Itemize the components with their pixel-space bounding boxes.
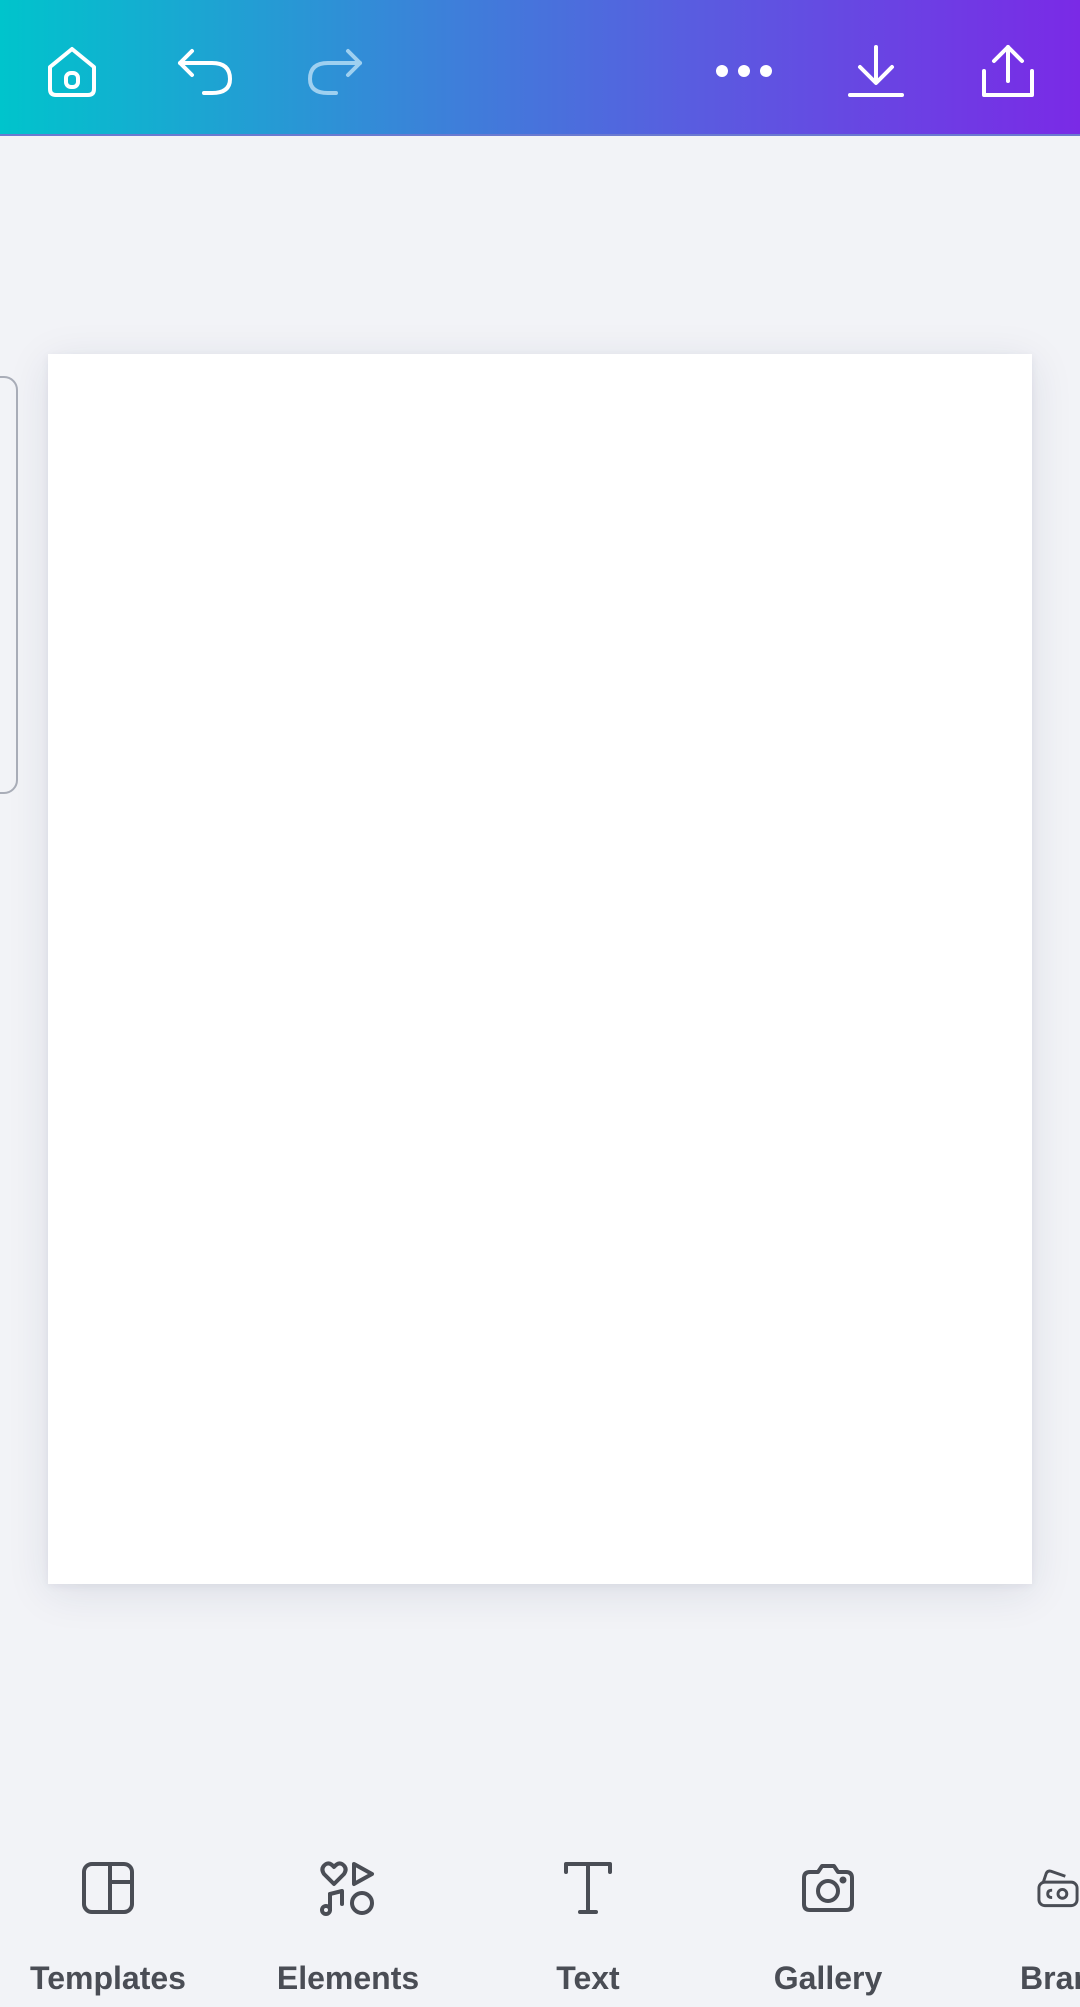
design-canvas-area xyxy=(0,136,1080,1832)
page-panel-handle[interactable] xyxy=(0,376,18,794)
redo-button[interactable] xyxy=(290,27,378,115)
share-button[interactable] xyxy=(964,27,1052,115)
home-button[interactable] xyxy=(28,27,116,115)
top-toolbar xyxy=(0,0,1080,136)
more-button[interactable] xyxy=(700,27,788,115)
nav-gallery[interactable]: Gallery xyxy=(728,1848,928,1998)
nav-label: Templates xyxy=(30,1960,186,1996)
download-button[interactable] xyxy=(832,27,920,115)
home-icon xyxy=(48,47,96,97)
nav-text[interactable]: Text xyxy=(488,1848,688,1998)
text-icon xyxy=(564,1862,612,1914)
download-icon xyxy=(848,45,904,97)
undo-icon xyxy=(178,49,232,95)
nav-elements[interactable]: Elements xyxy=(248,1848,448,1998)
brand-kit-icon xyxy=(1037,1869,1079,1908)
nav-label: Elements xyxy=(276,1960,420,1996)
bottom-nav: Templates Elements Text Gallery Bra xyxy=(0,1832,1080,2007)
nav-templates[interactable]: Templates xyxy=(8,1848,208,1998)
nav-label: Text xyxy=(556,1960,620,1996)
undo-button[interactable] xyxy=(162,27,250,115)
nav-label: Gallery xyxy=(773,1960,883,1996)
camera-icon xyxy=(802,1864,854,1912)
nav-label: Bran xyxy=(1020,1960,1080,1996)
nav-brand[interactable]: Bran xyxy=(1000,1848,1080,1998)
design-page[interactable] xyxy=(48,354,1032,1584)
templates-icon xyxy=(82,1862,134,1914)
redo-icon xyxy=(308,49,362,95)
more-icon xyxy=(716,65,772,77)
elements-icon xyxy=(320,1861,374,1916)
share-icon xyxy=(982,45,1034,97)
